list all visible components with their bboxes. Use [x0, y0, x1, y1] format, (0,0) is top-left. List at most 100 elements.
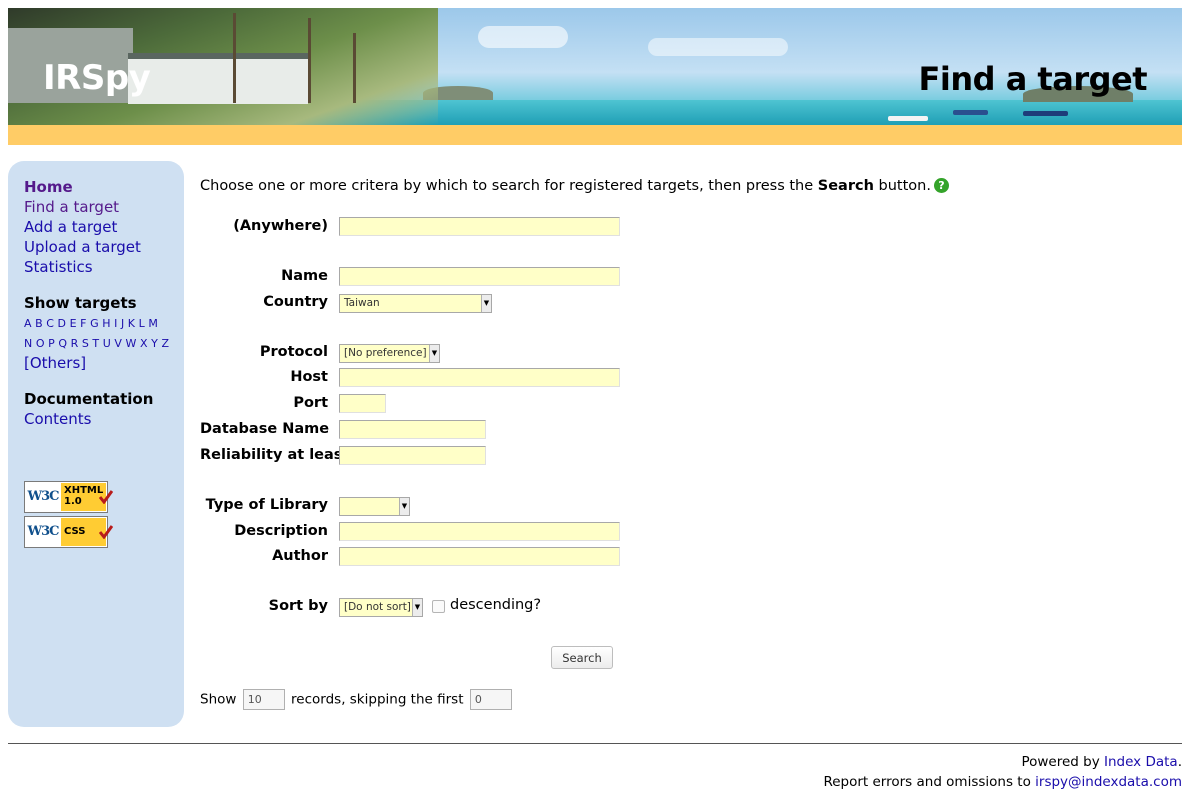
- letter-link-s[interactable]: S: [82, 337, 89, 350]
- show-label: Show: [200, 691, 237, 708]
- type-of-library-select[interactable]: ▼: [339, 497, 410, 516]
- author-input[interactable]: [339, 547, 620, 566]
- country-label: Country: [263, 294, 328, 310]
- letter-link-a[interactable]: A: [24, 317, 32, 330]
- sort-by-label: Sort by: [268, 598, 328, 614]
- nav-statistics-link[interactable]: Statistics: [24, 258, 93, 276]
- protocol-select-value: [No preference]: [344, 347, 427, 359]
- chevron-down-icon: ▼: [429, 345, 439, 362]
- letter-link-f[interactable]: F: [80, 317, 86, 330]
- type-of-library-label: Type of Library: [205, 497, 328, 513]
- powered-by-label: Powered by: [1021, 754, 1104, 770]
- footer-divider: [8, 743, 1182, 744]
- letter-link-j[interactable]: J: [121, 317, 124, 330]
- sort-by-select[interactable]: [Do not sort] ▼: [339, 598, 423, 617]
- letter-link-x[interactable]: X: [140, 337, 148, 350]
- banner-palm: [353, 33, 356, 103]
- intro-text-end: button.: [873, 178, 931, 194]
- nav-find-target-link[interactable]: Find a target: [24, 198, 119, 216]
- letter-index-row: NOPQRSTUVWXYZ: [24, 337, 173, 350]
- sidebar: Home Find a target Add a target Upload a…: [8, 161, 184, 727]
- index-data-link[interactable]: Index Data: [1104, 754, 1178, 770]
- w3c-logo: W3C: [26, 483, 60, 511]
- host-input[interactable]: [339, 368, 620, 387]
- protocol-label: Protocol: [259, 344, 328, 360]
- letter-link-v[interactable]: V: [114, 337, 122, 350]
- help-icon[interactable]: ?: [933, 178, 949, 193]
- chevron-down-icon: ▼: [481, 295, 491, 312]
- nav-upload-target-link[interactable]: Upload a target: [24, 238, 141, 256]
- show-targets-heading: Show targets: [24, 294, 137, 312]
- documentation-heading: Documentation: [24, 390, 154, 408]
- banner-cloud: [478, 26, 568, 48]
- letter-link-w[interactable]: W: [126, 337, 137, 350]
- records-count-input[interactable]: 10: [242, 689, 285, 710]
- description-input[interactable]: [339, 522, 620, 541]
- letter-link-d[interactable]: D: [58, 317, 66, 330]
- letter-link-c[interactable]: C: [46, 317, 54, 330]
- w3c-css-badge[interactable]: W3C CSS: [24, 516, 113, 548]
- port-label: Port: [293, 395, 328, 411]
- nav-add-target-link[interactable]: Add a target: [24, 218, 117, 236]
- report-errors-text: Report errors and omissions to irspy@ind…: [823, 774, 1182, 790]
- skip-count-input[interactable]: 0: [469, 689, 512, 710]
- anywhere-label: (Anywhere): [233, 218, 328, 234]
- letter-link-z[interactable]: Z: [161, 337, 169, 350]
- intro-text: Choose one or more critera by which to s…: [200, 178, 949, 194]
- letter-link-g[interactable]: G: [90, 317, 99, 330]
- banner-boat: [953, 110, 988, 115]
- letter-link-y[interactable]: Y: [151, 337, 158, 350]
- letter-link-r[interactable]: R: [71, 337, 79, 350]
- w3c-logo: W3C: [26, 518, 60, 546]
- letter-link-b[interactable]: B: [35, 317, 43, 330]
- sort-by-select-value: [Do not sort]: [344, 601, 411, 613]
- intro-text-start: Choose one or more critera by which to s…: [200, 178, 818, 194]
- banner-cloud: [648, 38, 788, 56]
- database-name-label: Database Name: [200, 421, 330, 437]
- banner-palm: [233, 13, 236, 103]
- contents-link[interactable]: Contents: [24, 410, 91, 428]
- host-label: Host: [290, 369, 328, 385]
- reliability-input[interactable]: [339, 446, 486, 465]
- letter-link-n[interactable]: N: [24, 337, 32, 350]
- database-name-input[interactable]: [339, 420, 486, 439]
- powered-by-text: Powered by Index Data.: [1021, 754, 1182, 770]
- letter-link-e[interactable]: E: [70, 317, 77, 330]
- paging-controls: Show 10 records, skipping the first 0: [200, 689, 514, 710]
- letter-link-l[interactable]: L: [139, 317, 145, 330]
- letter-link-i[interactable]: I: [114, 317, 117, 330]
- country-select[interactable]: Taiwan ▼: [339, 294, 492, 313]
- search-button[interactable]: Search: [551, 646, 613, 669]
- protocol-select[interactable]: [No preference] ▼: [339, 344, 440, 363]
- others-link[interactable]: [Others]: [24, 354, 86, 372]
- letter-link-k[interactable]: K: [128, 317, 135, 330]
- letter-link-q[interactable]: Q: [58, 337, 67, 350]
- header-bar: [8, 125, 1182, 145]
- nav-home-link[interactable]: Home: [24, 178, 73, 196]
- banner-palm: [308, 18, 311, 103]
- letter-link-t[interactable]: T: [92, 337, 99, 350]
- reliability-label: Reliability at least: [200, 447, 350, 463]
- banner-building: [128, 53, 308, 104]
- descending-checkbox[interactable]: [432, 600, 445, 613]
- letter-link-m[interactable]: M: [148, 317, 158, 330]
- letter-link-h[interactable]: H: [102, 317, 110, 330]
- name-input[interactable]: [339, 267, 620, 286]
- badge-label-2: 1.0: [64, 496, 82, 507]
- port-input[interactable]: [339, 394, 386, 413]
- letter-link-p[interactable]: P: [48, 337, 55, 350]
- chevron-down-icon: ▼: [399, 498, 409, 515]
- name-label: Name: [281, 268, 328, 284]
- anywhere-input[interactable]: [339, 217, 620, 236]
- author-label: Author: [272, 548, 328, 564]
- letter-link-u[interactable]: U: [103, 337, 111, 350]
- powered-by-period: .: [1177, 754, 1182, 770]
- letter-link-o[interactable]: O: [36, 337, 45, 350]
- country-select-value: Taiwan: [344, 297, 380, 309]
- site-title: IRSpy: [43, 58, 151, 98]
- w3c-xhtml-badge[interactable]: W3C XHTML 1.0: [24, 481, 113, 513]
- header-banner: IRSpy Find a target: [8, 8, 1182, 125]
- report-errors-label: Report errors and omissions to: [823, 774, 1036, 790]
- report-email-link[interactable]: irspy@indexdata.com: [1035, 774, 1182, 790]
- description-label: Description: [234, 523, 328, 539]
